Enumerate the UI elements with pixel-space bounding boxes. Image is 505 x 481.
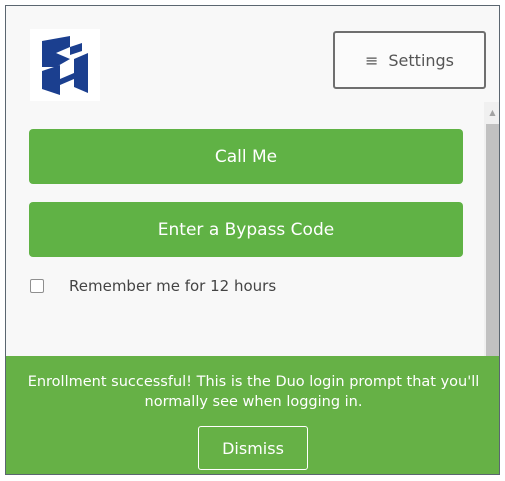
call-me-button[interactable]: Call Me <box>29 129 463 184</box>
remember-me-checkbox[interactable] <box>30 279 44 293</box>
dismiss-button[interactable]: Dismiss <box>198 426 308 470</box>
settings-label: Settings <box>388 50 455 70</box>
remember-me-row[interactable]: Remember me for 12 hours <box>30 275 276 297</box>
scrollbar-thumb[interactable] <box>486 124 499 364</box>
bypass-code-button[interactable]: Enter a Bypass Code <box>29 202 463 257</box>
scroll-up-arrow-icon[interactable]: ▲ <box>484 102 499 122</box>
settings-button[interactable]: ≡ Settings <box>333 31 486 89</box>
remember-me-label: Remember me for 12 hours <box>69 277 277 295</box>
scrollbar[interactable]: ▲ <box>484 102 499 364</box>
enrollment-success-banner: Enrollment successful! This is the Duo l… <box>6 356 499 474</box>
dismiss-label: Dismiss <box>222 438 284 458</box>
institution-logo-icon <box>30 29 100 101</box>
logo-mark <box>30 29 100 101</box>
bypass-code-label: Enter a Bypass Code <box>157 219 335 240</box>
banner-message: Enrollment successful! This is the Duo l… <box>27 374 480 410</box>
duo-prompt-frame: ≡ Settings ▲ Call Me Enter a Bypass Code… <box>5 5 500 475</box>
call-me-label: Call Me <box>214 146 278 167</box>
hamburger-menu-icon: ≡ <box>364 50 379 70</box>
